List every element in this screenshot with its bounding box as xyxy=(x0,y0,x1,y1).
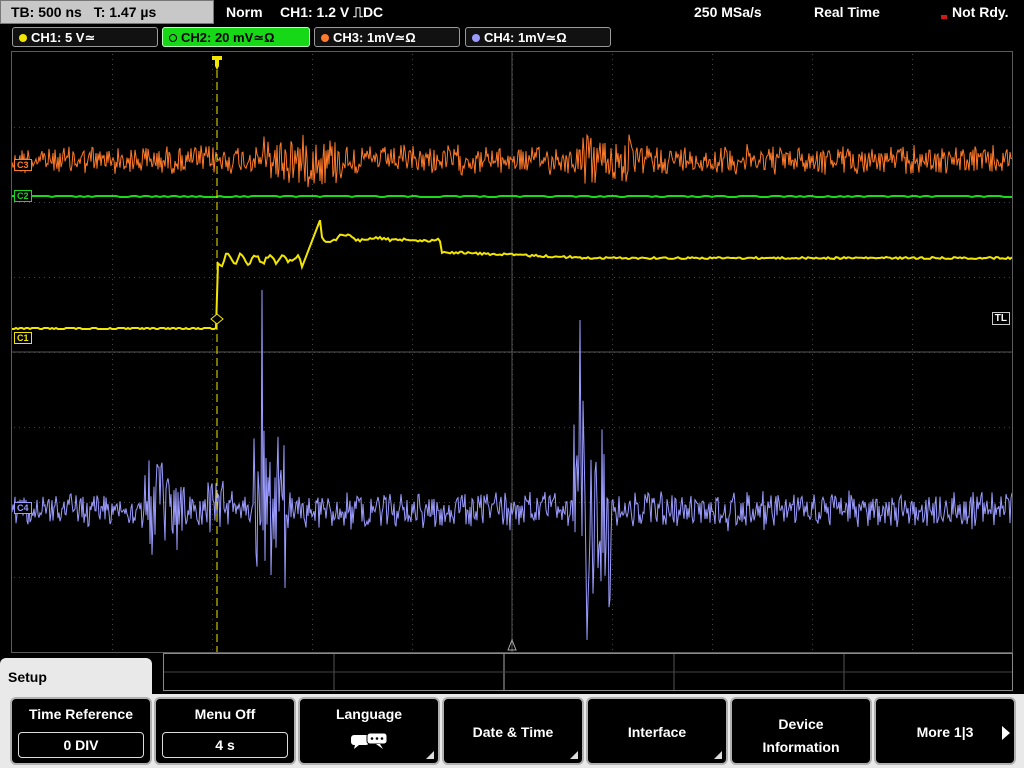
ch2-label: CH2: 20 mV≃Ω xyxy=(181,30,275,45)
language-button[interactable]: Language xyxy=(298,697,440,765)
timebase-readout: TB: 500 ns xyxy=(11,4,82,20)
speech-bubbles-icon xyxy=(351,732,388,749)
channel-tabs: CH1: 5 V≃ CH2: 20 mV≃Ω CH3: 1mV≃Ω CH4: 1… xyxy=(0,26,1024,48)
channel-tab-ch4[interactable]: CH4: 1mV≃Ω xyxy=(465,27,611,47)
interface-label: Interface xyxy=(627,724,687,740)
acquisition-mode[interactable]: Real Time xyxy=(814,4,880,20)
ch4-offset-marker[interactable]: C4 xyxy=(14,502,32,514)
time-reference-value: 0 DIV xyxy=(18,732,144,758)
channel-tab-ch1[interactable]: CH1: 5 V≃ xyxy=(12,27,158,47)
run-state: Not Rdy. xyxy=(952,4,1009,20)
zoom-overview-strip xyxy=(163,653,1013,691)
menu-off-button[interactable]: Menu Off 4 s xyxy=(154,697,296,765)
date-time-label: Date & Time xyxy=(472,724,554,740)
ch2-color-icon xyxy=(169,34,177,42)
trigger-source[interactable]: CH1: 1.2 V ⎍DC xyxy=(280,4,383,21)
submenu-indicator-icon xyxy=(570,751,578,759)
submenu-indicator-icon xyxy=(714,751,722,759)
ch3-label: CH3: 1mV≃Ω xyxy=(333,30,416,45)
strip-grid xyxy=(164,654,1012,690)
menu-off-value: 4 s xyxy=(162,732,288,758)
ch3-color-icon xyxy=(321,34,329,42)
submenu-indicator-icon xyxy=(426,751,434,759)
timebase-box[interactable]: TB: 500 ns T: 1.47 µs xyxy=(0,0,214,24)
sample-rate: 250 MSa/s xyxy=(694,4,762,20)
ch1-color-icon xyxy=(19,34,27,42)
acquisition-status: Norm CH1: 1.2 V ⎍DC 250 MSa/s Real Time … xyxy=(216,0,1024,24)
next-page-icon xyxy=(1002,726,1010,740)
waveform-canvas xyxy=(12,52,1012,652)
trigger-level-diamond-icon xyxy=(210,313,224,325)
menu-title: Setup xyxy=(0,658,152,698)
trigger-position-icon[interactable] xyxy=(212,56,222,70)
channel-tab-ch3[interactable]: CH3: 1mV≃Ω xyxy=(314,27,460,47)
device-information-label: Device Information xyxy=(762,716,840,755)
trigger-level-marker[interactable]: TL xyxy=(991,312,1010,325)
ch2-offset-marker[interactable]: C2 xyxy=(14,190,32,202)
trigger-time-readout: T: 1.47 µs xyxy=(93,4,157,20)
graticule xyxy=(12,52,1012,652)
channel-tab-ch2[interactable]: CH2: 20 mV≃Ω xyxy=(162,27,310,47)
more-button[interactable]: More 1|3 xyxy=(874,697,1016,765)
more-label: More 1|3 xyxy=(916,724,974,740)
ch4-label: CH4: 1mV≃Ω xyxy=(484,30,567,45)
time-reference-button[interactable]: Time Reference 0 DIV xyxy=(10,697,152,765)
menu-off-label: Menu Off xyxy=(194,706,256,722)
language-label: Language xyxy=(335,706,403,722)
ch3-offset-marker[interactable]: C3 xyxy=(14,159,32,171)
waveform-display[interactable]: C3 C2 C1 C4 TL xyxy=(11,51,1013,653)
ch2-waveform xyxy=(12,194,1012,199)
ch4-color-icon xyxy=(472,34,480,42)
device-information-button[interactable]: Device Information xyxy=(730,697,872,765)
date-time-button[interactable]: Date & Time xyxy=(442,697,584,765)
interface-button[interactable]: Interface xyxy=(586,697,728,765)
time-reference-label: Time Reference xyxy=(28,706,133,722)
trigger-mode[interactable]: Norm xyxy=(226,4,263,20)
not-ready-indicator-icon xyxy=(941,15,947,19)
ch1-label: CH1: 5 V≃ xyxy=(31,30,96,45)
status-bar: TB: 500 ns T: 1.47 µs Norm CH1: 1.2 V ⎍D… xyxy=(0,0,1024,24)
ch1-offset-marker[interactable]: C1 xyxy=(14,332,32,344)
